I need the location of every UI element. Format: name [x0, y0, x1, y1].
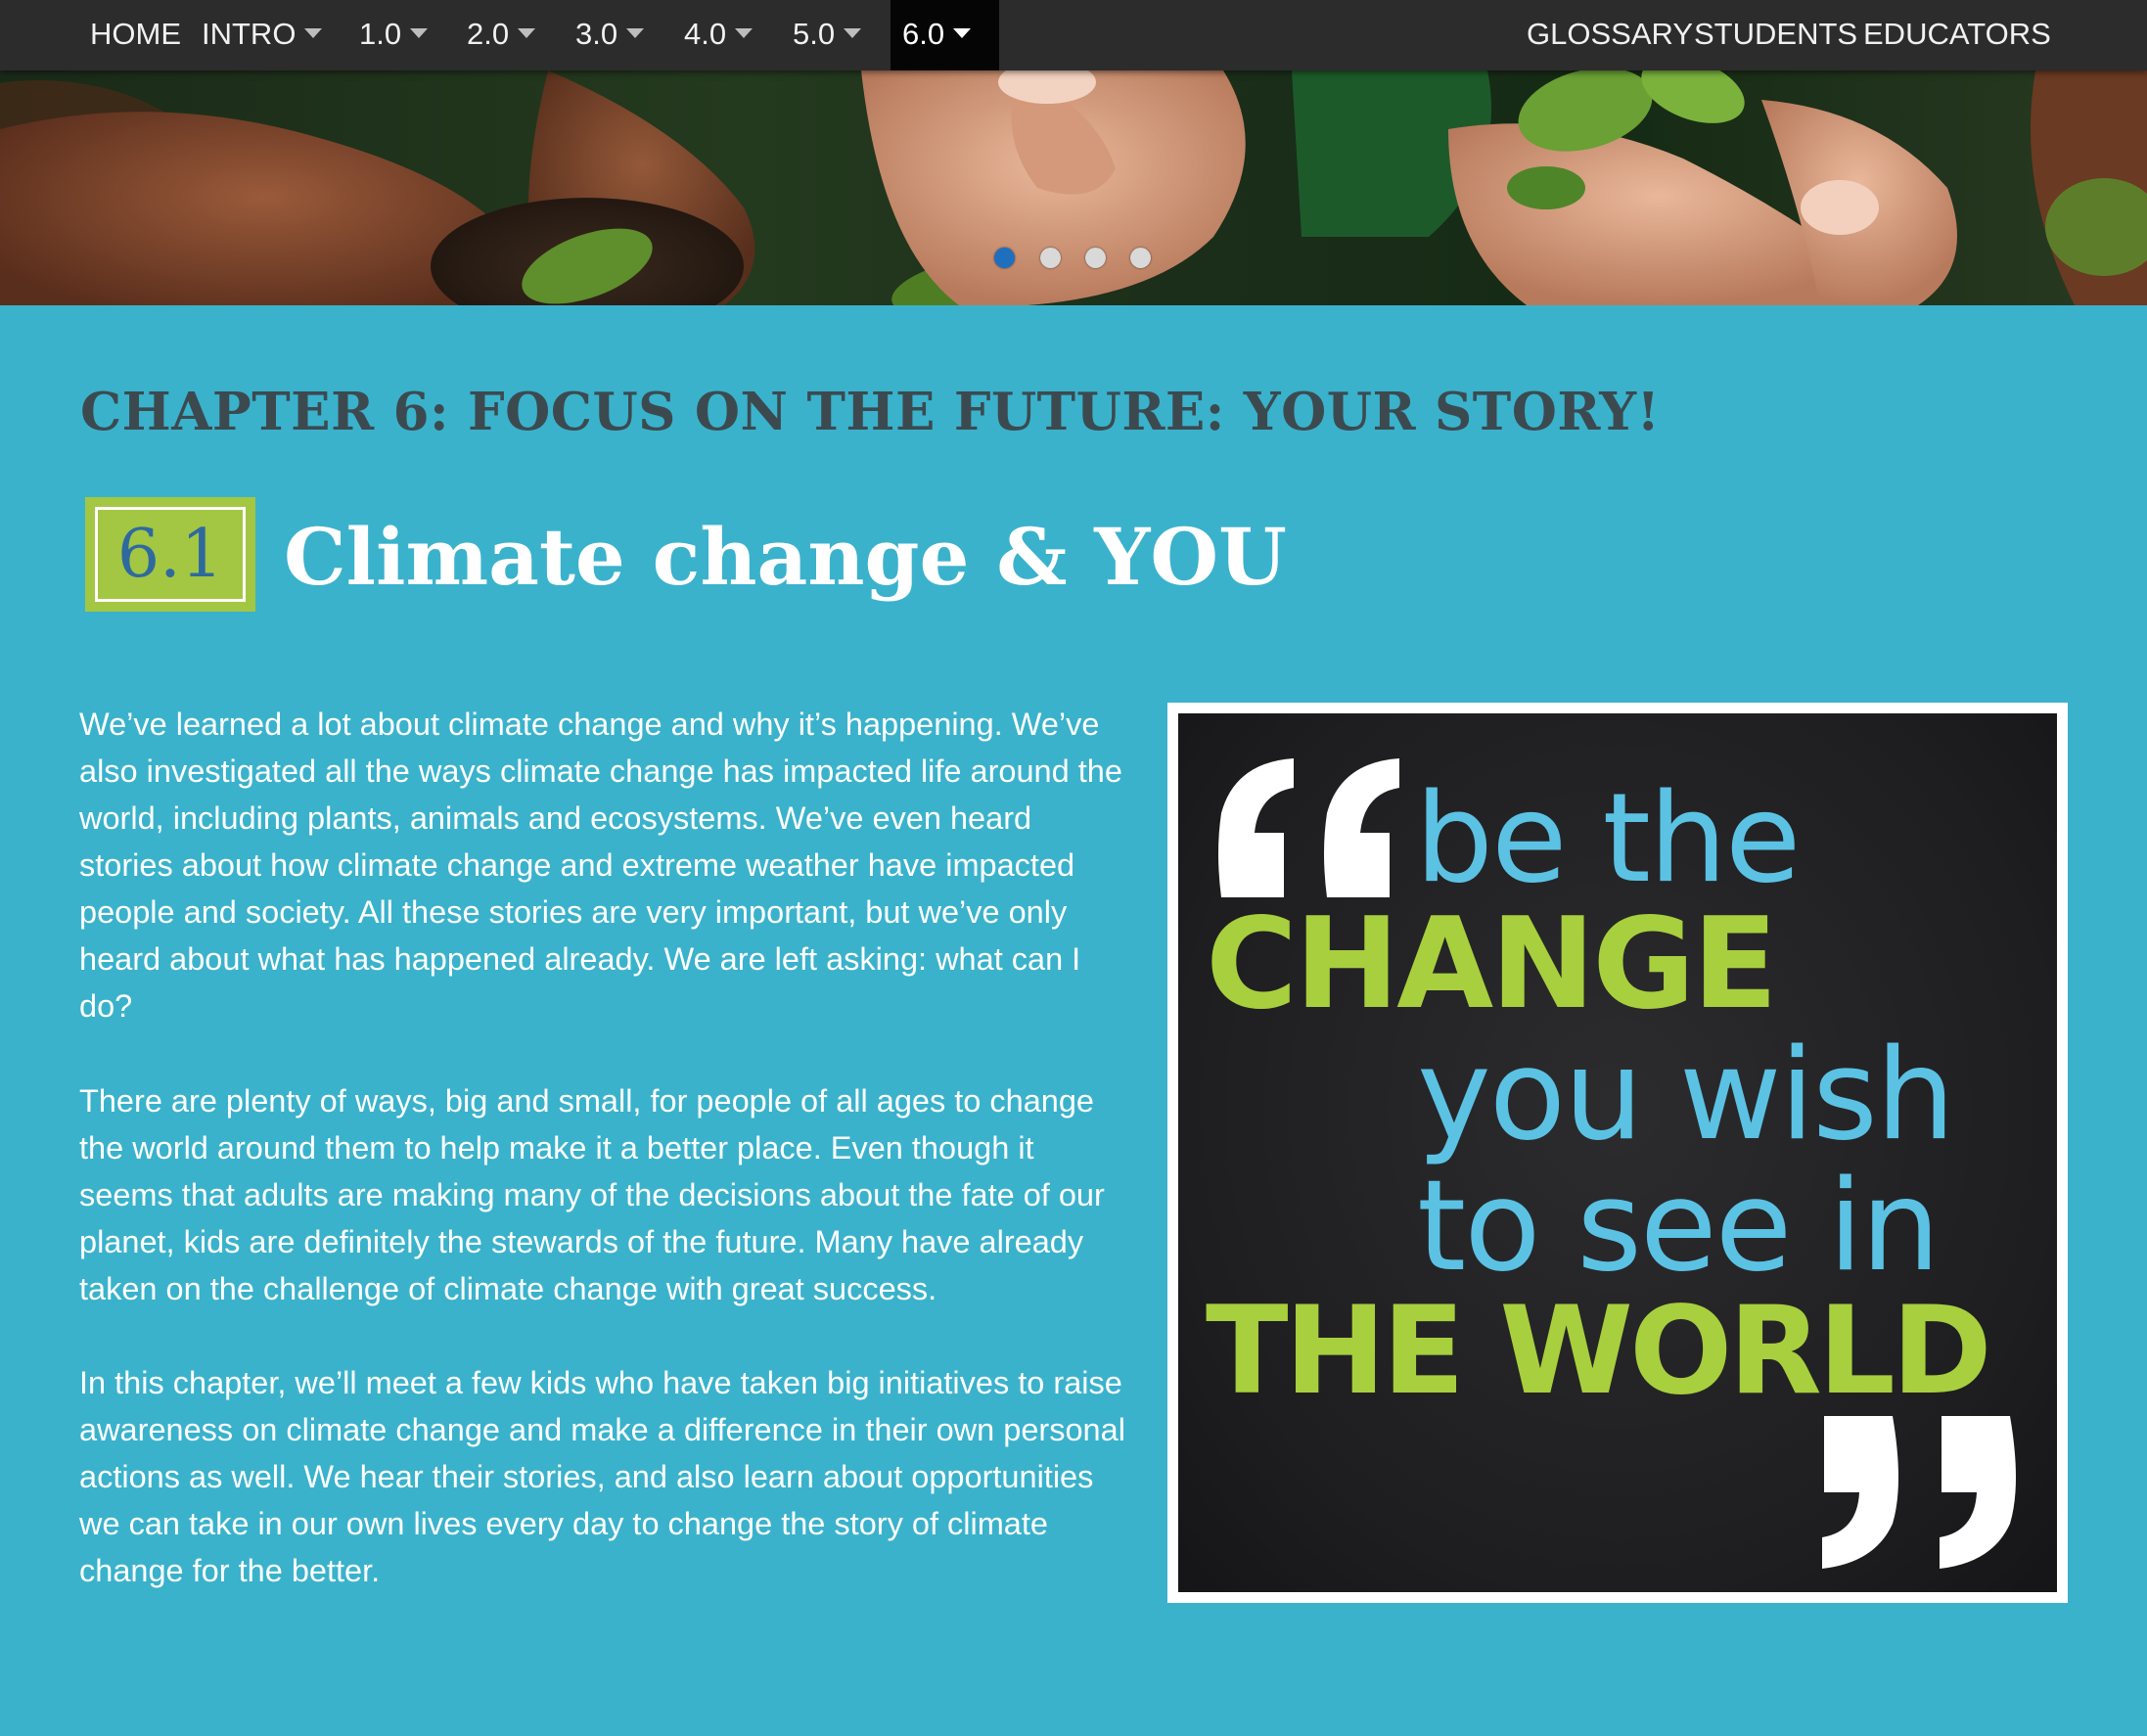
caret-down-icon — [410, 27, 429, 38]
nav-chapter-3-label: 3.0 — [575, 17, 618, 51]
nav-chapter-6[interactable]: 6.0 — [891, 0, 999, 70]
carousel-dot-4[interactable] — [1130, 248, 1151, 268]
quote-line-3: you wish — [1417, 1023, 1955, 1168]
close-quote-marks-icon — [1822, 1416, 2016, 1569]
nav-home-label: HOME — [90, 17, 181, 51]
section-number-badge: 6.1 — [85, 497, 255, 612]
nav-chapter-5-label: 5.0 — [793, 17, 836, 51]
nav-chapter-3[interactable]: 3.0 — [575, 0, 645, 70]
body-paragraph-1: We’ve learned a lot about climate change… — [79, 707, 1122, 1024]
nav-chapter-2[interactable]: 2.0 — [467, 0, 536, 70]
nav-chapter-1[interactable]: 1.0 — [359, 0, 429, 70]
carousel-dot-3[interactable] — [1085, 248, 1106, 268]
open-quote-marks-icon — [1218, 758, 1399, 897]
section-title: Climate change & YOU — [284, 511, 1287, 603]
caret-down-icon — [304, 27, 323, 38]
body-paragraph-3: In this chapter, we’ll meet a few kids w… — [79, 1365, 1125, 1588]
nav-educators-label: EDUCATORS — [1863, 17, 2051, 51]
nav-chapter-2-label: 2.0 — [467, 17, 510, 51]
nav-students-label: STUDENTS — [1694, 17, 1858, 51]
nav-chapter-4[interactable]: 4.0 — [684, 0, 754, 70]
chapter-title: CHAPTER 6: FOCUS ON THE FUTURE: YOUR STO… — [80, 382, 1661, 442]
nav-intro-label: INTRO — [202, 17, 297, 51]
quote-line-4: to see in — [1417, 1154, 1941, 1300]
carousel-dot-1[interactable] — [994, 248, 1015, 268]
nav-intro[interactable]: INTRO — [202, 0, 323, 70]
quote-line-2: CHANGE — [1206, 891, 1778, 1037]
nav-chapter-4-label: 4.0 — [684, 17, 727, 51]
hero-image-hands-with-seedlings — [0, 70, 2147, 305]
nav-educators[interactable]: EDUCATORS — [1863, 0, 2051, 70]
quote-image-frame: be the CHANGE you wish to see in THE WOR… — [1167, 703, 2068, 1603]
caret-down-icon — [953, 27, 972, 38]
caret-down-icon — [735, 27, 754, 38]
caret-down-icon — [626, 27, 645, 38]
caret-down-icon — [844, 27, 862, 38]
nav-chapter-5[interactable]: 5.0 — [793, 0, 862, 70]
body-paragraph-2: There are plenty of ways, big and small,… — [79, 1083, 1105, 1306]
nav-glossary-label: GLOSSARY — [1527, 17, 1694, 51]
nav-glossary[interactable]: GLOSSARY — [1527, 0, 1693, 70]
nav-home[interactable]: HOME — [90, 0, 181, 70]
nav-chapter-6-label: 6.0 — [902, 17, 945, 51]
nav-chapter-1-label: 1.0 — [359, 17, 402, 51]
quote-line-5: THE WORLD — [1206, 1281, 1992, 1422]
nav-students[interactable]: STUDENTS — [1694, 0, 1857, 70]
quote-image: be the CHANGE you wish to see in THE WOR… — [1178, 713, 2057, 1592]
section-number: 6.1 — [95, 507, 246, 602]
top-navbar: HOME INTRO 1.0 2.0 3.0 4.0 5.0 6.0 GLOSS… — [0, 0, 2147, 70]
caret-down-icon — [518, 27, 536, 38]
carousel-dot-2[interactable] — [1040, 248, 1061, 268]
hero-carousel[interactable] — [0, 70, 2147, 305]
quote-line-1: be the — [1415, 766, 1801, 910]
